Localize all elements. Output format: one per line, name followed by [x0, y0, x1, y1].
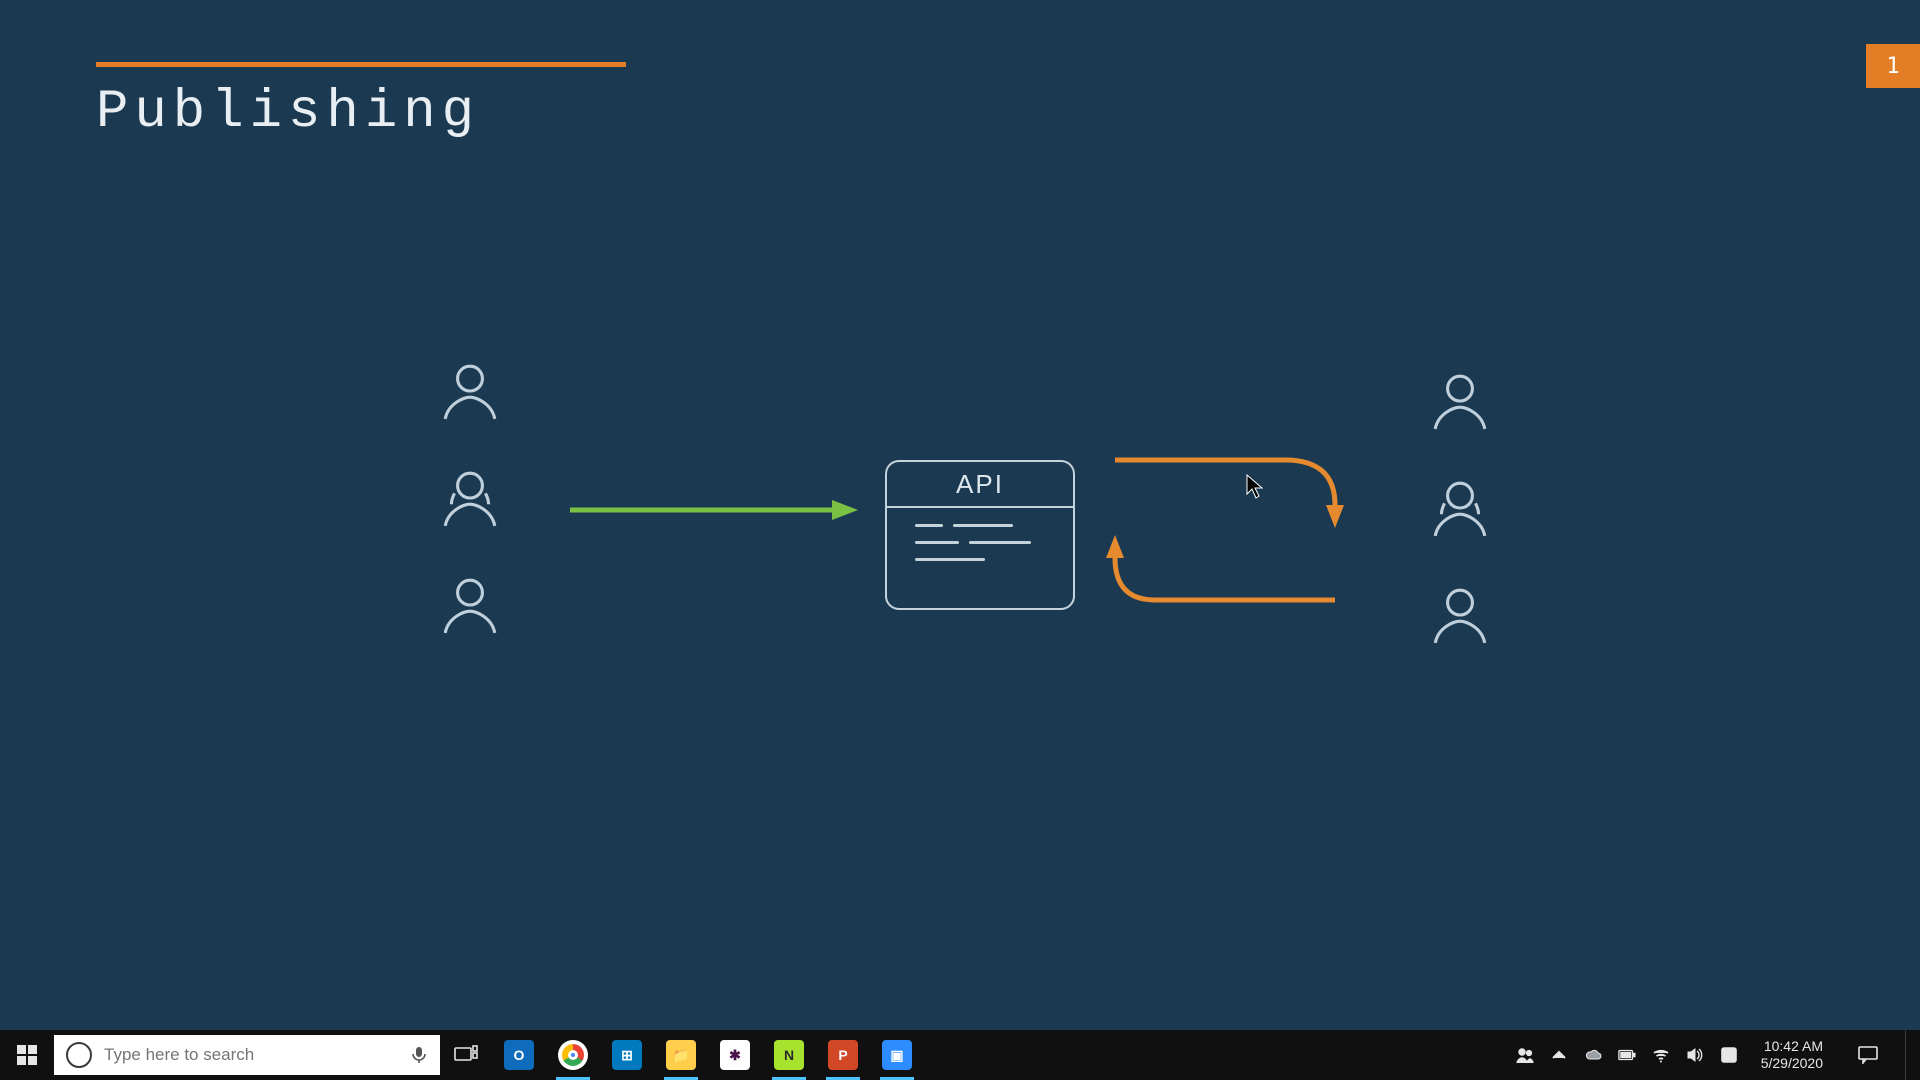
taskbar-app-slack[interactable]: ✱: [708, 1030, 762, 1080]
action-center-button[interactable]: [1845, 1030, 1891, 1080]
publish-arrow: [570, 498, 860, 522]
notepadpp-icon: N: [774, 1040, 804, 1070]
slack-icon: ✱: [720, 1040, 750, 1070]
notification-icon: [1858, 1046, 1878, 1064]
start-button[interactable]: [0, 1030, 54, 1080]
taskbar-app-outlook[interactable]: O: [492, 1030, 546, 1080]
file-explorer-icon: 📁: [666, 1040, 696, 1070]
taskbar-app-powerpoint[interactable]: P: [816, 1030, 870, 1080]
task-view-icon: [454, 1045, 478, 1065]
chevron-up-icon[interactable]: [1549, 1045, 1569, 1065]
zoom-icon: ▣: [882, 1040, 912, 1070]
taskbar-app-zoom[interactable]: ▣: [870, 1030, 924, 1080]
onedrive-icon[interactable]: [1583, 1045, 1603, 1065]
api-card-body: [887, 508, 1073, 561]
taskbar: O ⊞ 📁 ✱ N P ▣: [0, 1030, 1920, 1080]
producers-group: [430, 360, 510, 641]
taskbar-apps: O ⊞ 📁 ✱ N P ▣: [492, 1030, 924, 1080]
tray-app-icon[interactable]: [1719, 1045, 1739, 1065]
person-icon: [1429, 477, 1491, 544]
person-icon: [439, 467, 501, 534]
title-rule: [96, 62, 626, 67]
person-icon: [1429, 370, 1491, 437]
taskbar-app-notepadpp[interactable]: N: [762, 1030, 816, 1080]
volume-icon[interactable]: [1685, 1045, 1705, 1065]
battery-icon[interactable]: [1617, 1045, 1637, 1065]
person-icon: [1429, 584, 1491, 651]
consume-loop-arrow: [1095, 450, 1355, 610]
powerpoint-icon: P: [828, 1040, 858, 1070]
people-icon[interactable]: [1515, 1045, 1535, 1065]
presentation-slide[interactable]: Publishing 1 API: [0, 0, 1920, 1030]
person-icon: [439, 574, 501, 641]
wifi-icon[interactable]: [1651, 1045, 1671, 1065]
taskbar-clock[interactable]: 10:42 AM 5/29/2020: [1753, 1038, 1831, 1072]
taskbar-app-trello[interactable]: ⊞: [600, 1030, 654, 1080]
clock-date: 5/29/2020: [1761, 1055, 1823, 1072]
chrome-icon: [558, 1040, 588, 1070]
consumers-group: [1420, 370, 1500, 651]
slide-title: Publishing: [96, 82, 480, 143]
clock-time: 10:42 AM: [1764, 1038, 1823, 1055]
slide-number-badge: 1: [1866, 44, 1920, 88]
taskbar-search[interactable]: [54, 1035, 440, 1075]
taskbar-app-file-explorer[interactable]: 📁: [654, 1030, 708, 1080]
trello-icon: ⊞: [612, 1040, 642, 1070]
system-tray: 10:42 AM 5/29/2020: [1501, 1030, 1920, 1080]
microphone-icon[interactable]: [410, 1046, 428, 1064]
search-input[interactable]: [102, 1044, 400, 1066]
diagram: API: [420, 360, 1520, 680]
taskbar-app-chrome[interactable]: [546, 1030, 600, 1080]
cortana-icon: [66, 1042, 92, 1068]
task-view-button[interactable]: [440, 1030, 492, 1080]
person-icon: [439, 360, 501, 427]
outlook-icon: O: [504, 1040, 534, 1070]
windows-icon: [17, 1045, 37, 1065]
api-card-label: API: [887, 462, 1073, 508]
show-desktop-button[interactable]: [1905, 1030, 1914, 1080]
api-card: API: [885, 460, 1075, 610]
